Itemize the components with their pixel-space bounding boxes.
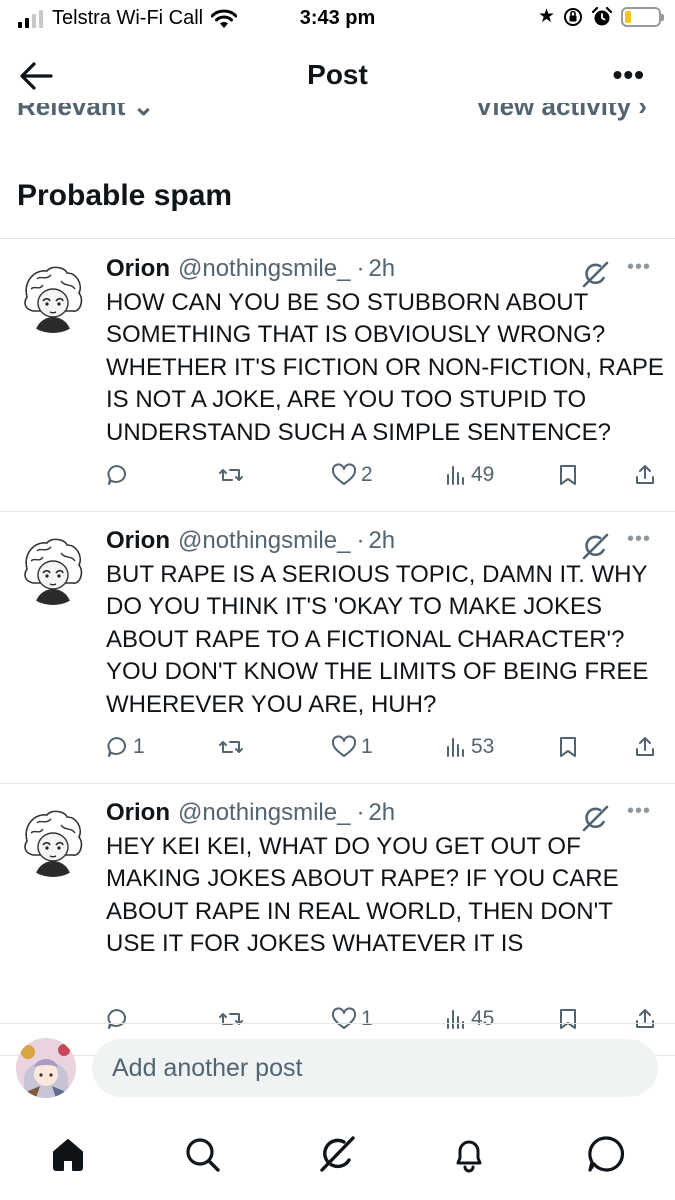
- nav-home[interactable]: [46, 1132, 90, 1176]
- post-header: Orion @nothingsmile_ · 2h: [106, 527, 395, 555]
- author-name[interactable]: Orion: [106, 799, 170, 827]
- author-handle[interactable]: @nothingsmile_: [178, 527, 350, 555]
- author-avatar[interactable]: [17, 533, 89, 605]
- post[interactable]: Orion @nothingsmile_ · 2h ••• HEY KEI KE…: [0, 783, 675, 1055]
- view-count: 49: [471, 463, 495, 486]
- section-heading: Probable spam: [17, 179, 233, 212]
- bookmark-icon: [557, 735, 579, 759]
- author-name[interactable]: Orion: [106, 527, 170, 555]
- reply-filter-row: Relevant ⌄ View activity ›: [0, 103, 675, 125]
- nav-messages[interactable]: [584, 1132, 628, 1176]
- post-actions: 1 1 53: [0, 735, 675, 767]
- author-avatar[interactable]: [17, 805, 89, 877]
- sort-replies-dropdown[interactable]: Relevant ⌄: [17, 103, 154, 122]
- post-header: Orion @nothingsmile_ · 2h: [106, 799, 395, 827]
- grok-icon: [320, 1136, 355, 1172]
- share-icon: [633, 735, 657, 759]
- bookmark-button[interactable]: [557, 463, 579, 487]
- view-count: 53: [471, 735, 495, 758]
- post-more-icon[interactable]: •••: [627, 528, 651, 551]
- reply-count: 1: [133, 735, 145, 758]
- star-icon: ★: [537, 6, 555, 27]
- reply-button[interactable]: 1: [105, 735, 145, 759]
- notifications-bell-icon: [456, 1140, 482, 1173]
- orientation-lock-icon: [564, 8, 582, 26]
- like-count: 2: [361, 463, 373, 486]
- separator: ·: [356, 799, 365, 826]
- nav-notifications[interactable]: [447, 1132, 491, 1176]
- post-time[interactable]: 2h: [368, 527, 395, 555]
- repost-icon: [217, 735, 245, 759]
- author-handle[interactable]: @nothingsmile_: [178, 255, 350, 283]
- post-time[interactable]: 2h: [368, 255, 395, 283]
- my-avatar[interactable]: [16, 1038, 76, 1098]
- messages-icon: [588, 1136, 625, 1172]
- post-more-icon[interactable]: •••: [627, 256, 651, 279]
- post-header: Orion @nothingsmile_ · 2h: [106, 255, 395, 283]
- author-avatar[interactable]: [17, 261, 89, 333]
- like-button[interactable]: 2: [331, 463, 373, 487]
- separator: ·: [356, 255, 365, 282]
- separator: ·: [356, 527, 365, 554]
- views-button[interactable]: 53: [445, 735, 494, 759]
- repost-button[interactable]: [217, 463, 249, 487]
- bottom-nav: [0, 1118, 675, 1200]
- post-actions: 2 49: [0, 463, 675, 495]
- bar-chart-icon: [445, 735, 467, 759]
- top-bar: Post •••: [0, 45, 675, 105]
- post-time[interactable]: 2h: [368, 799, 395, 827]
- status-bar: Telstra Wi-Fi Call 3:43 pm ★: [0, 0, 675, 40]
- search-icon: [186, 1138, 220, 1172]
- divider: [0, 1023, 675, 1024]
- bookmark-icon: [557, 463, 579, 487]
- repost-icon: [217, 463, 245, 487]
- bookmark-button[interactable]: [557, 735, 579, 759]
- more-options-button[interactable]: •••: [613, 59, 645, 91]
- grok-explain-icon[interactable]: [580, 803, 610, 833]
- grok-explain-icon[interactable]: [580, 259, 610, 289]
- bar-chart-icon: [445, 463, 467, 487]
- like-button[interactable]: 1: [331, 735, 373, 759]
- reply-button[interactable]: [105, 463, 133, 487]
- grok-explain-icon[interactable]: [580, 531, 610, 561]
- reply-icon: [105, 463, 129, 487]
- page-title: Post: [307, 59, 368, 90]
- heart-icon: [331, 735, 357, 759]
- share-button[interactable]: [633, 735, 657, 759]
- nav-grok[interactable]: [315, 1132, 359, 1176]
- post[interactable]: Orion @nothingsmile_ · 2h ••• HOW CAN YO…: [0, 239, 675, 511]
- heart-icon: [331, 463, 357, 487]
- battery-icon: [621, 7, 664, 27]
- like-count: 1: [361, 735, 373, 758]
- repost-button[interactable]: [217, 735, 249, 759]
- post-text: HEY KEI KEI, WHAT DO YOU GET OUT OF MAKI…: [106, 833, 619, 958]
- author-handle[interactable]: @nothingsmile_: [178, 799, 350, 827]
- reply-icon: [105, 735, 129, 759]
- post-more-icon[interactable]: •••: [627, 800, 651, 823]
- view-activity-link[interactable]: View activity ›: [476, 103, 648, 122]
- author-name[interactable]: Orion: [106, 255, 170, 283]
- nav-search[interactable]: [180, 1132, 224, 1176]
- views-button[interactable]: 49: [445, 463, 494, 487]
- home-icon: [53, 1139, 83, 1171]
- reply-input[interactable]: [92, 1039, 658, 1097]
- alarm-icon: [591, 6, 613, 26]
- post[interactable]: Orion @nothingsmile_ · 2h ••• BUT RAPE I…: [0, 511, 675, 783]
- share-icon: [633, 463, 657, 487]
- post-text: BUT RAPE IS A SERIOUS TOPIC, DAMN IT. WH…: [106, 561, 649, 718]
- share-button[interactable]: [633, 463, 657, 487]
- post-text: HOW CAN YOU BE SO STUBBORN ABOUT SOMETHI…: [106, 289, 664, 446]
- reply-composer: [0, 1027, 675, 1109]
